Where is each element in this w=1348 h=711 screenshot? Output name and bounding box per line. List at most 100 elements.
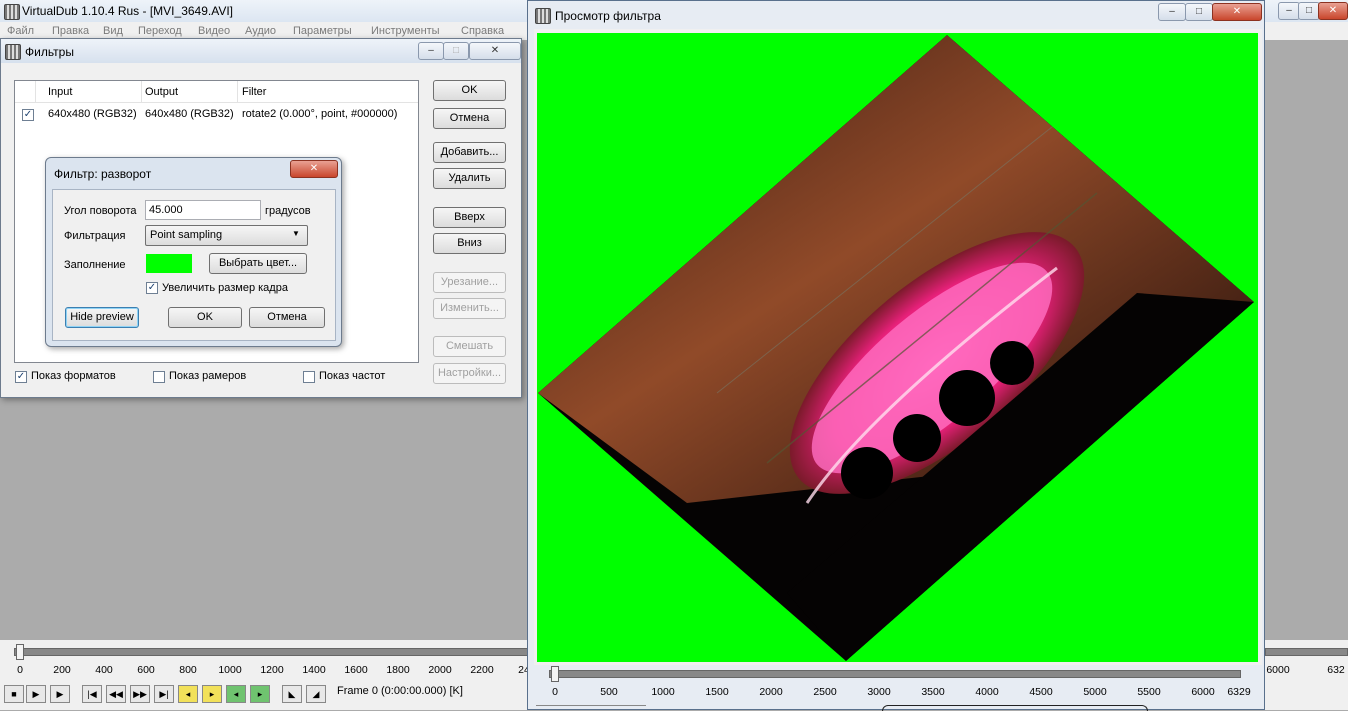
step-back-icon[interactable]: ◀◀	[106, 685, 126, 703]
maximize-icon[interactable]: □	[1298, 2, 1320, 20]
delete-filter-button[interactable]: Удалить	[433, 168, 506, 189]
angle-unit: градусов	[265, 205, 311, 217]
show-rates-label: Показ частот	[319, 370, 386, 382]
scene-back-icon[interactable]: ◂	[226, 685, 246, 703]
rotate-dialog-body: Угол поворота 45.000 градусов Фильтрация…	[52, 189, 336, 341]
menu-video[interactable]: Видео	[198, 25, 230, 37]
main-tick-800: 800	[179, 664, 197, 676]
column-filter[interactable]: Filter	[242, 86, 266, 98]
go-start-icon[interactable]: |◀	[82, 685, 102, 703]
scene-forward-icon[interactable]: ▸	[250, 685, 270, 703]
menu-options[interactable]: Параметры	[293, 25, 352, 37]
preview-tick-500: 500	[600, 686, 618, 698]
filter-row[interactable]: ✓ 640x480 (RGB32) 640x480 (RGB32) rotate…	[15, 105, 418, 123]
preview-status-field	[882, 705, 1148, 711]
preview-timeline-track[interactable]	[549, 670, 1241, 678]
main-tick-1400: 1400	[302, 664, 326, 676]
preview-toolbar-strip	[536, 705, 646, 711]
filters-dialog-titlebar: Фильтры – □ ✕	[1, 39, 521, 63]
preview-tick-1500: 1500	[705, 686, 729, 698]
move-down-button[interactable]: Вниз	[433, 233, 506, 254]
main-tick-1800: 1800	[386, 664, 410, 676]
preview-tick-2000: 2000	[759, 686, 783, 698]
preview-tick-0: 0	[552, 686, 558, 698]
filters-close-icon[interactable]: ✕	[469, 42, 521, 60]
rotate-cancel-button[interactable]: Отмена	[249, 307, 325, 328]
main-tick-600: 600	[137, 664, 155, 676]
preview-tick-6329: 6329	[1227, 686, 1251, 698]
menu-audio[interactable]: Аудио	[245, 25, 276, 37]
show-sizes-checkbox[interactable]	[153, 371, 165, 383]
filters-minimize-icon[interactable]: –	[418, 42, 444, 60]
main-timeline-thumb[interactable]	[16, 644, 24, 660]
stop-icon[interactable]: ■	[4, 685, 24, 703]
expand-frame-checkbox[interactable]: ✓	[146, 282, 158, 294]
preview-canvas	[537, 33, 1258, 662]
main-timeline-track[interactable]	[14, 648, 530, 656]
close-icon[interactable]: ✕	[1318, 2, 1348, 20]
angle-label: Угол поворота	[64, 205, 137, 217]
main-tick-6000: 6000	[1266, 664, 1290, 676]
main-tick-632: 632	[1327, 664, 1345, 676]
preview-tick-5500: 5500	[1137, 686, 1161, 698]
expand-frame-label: Увеличить размер кадра	[162, 282, 288, 294]
move-up-button[interactable]: Вверх	[433, 207, 506, 228]
preview-tick-4000: 4000	[975, 686, 999, 698]
filter-mode-select[interactable]: Point sampling ▼	[145, 225, 308, 246]
preview-window-title: Просмотр фильтра	[555, 9, 661, 23]
rotate-dialog-title: Фильтр: разворот	[54, 167, 152, 181]
preview-maximize-icon[interactable]: □	[1185, 3, 1213, 21]
mark-out-icon[interactable]: ◢	[306, 685, 326, 703]
preview-close-icon[interactable]: ✕	[1212, 3, 1262, 21]
play-input-icon[interactable]: ▶	[26, 685, 46, 703]
prev-key-icon[interactable]: ◂	[178, 685, 198, 703]
filters-dialog-icon	[5, 44, 21, 60]
rotate-close-icon[interactable]: ✕	[290, 160, 338, 178]
add-filter-button[interactable]: Добавить...	[433, 142, 506, 163]
main-tick-400: 400	[95, 664, 113, 676]
preview-window-icon	[535, 8, 551, 24]
pick-color-button[interactable]: Выбрать цвет...	[209, 253, 307, 274]
main-tick-0: 0	[17, 664, 23, 676]
filters-cancel-button[interactable]: Отмена	[433, 108, 506, 129]
column-input[interactable]: Input	[48, 86, 72, 98]
next-key-icon[interactable]: ▸	[202, 685, 222, 703]
menu-view[interactable]: Вид	[103, 25, 123, 37]
preview-tick-6000: 6000	[1191, 686, 1215, 698]
filter-row-input: 640x480 (RGB32)	[48, 108, 137, 120]
go-end-icon[interactable]: ▶|	[154, 685, 174, 703]
rotate-dialog: Фильтр: разворот ✕ Угол поворота 45.000 …	[45, 157, 342, 347]
main-tick-200: 200	[53, 664, 71, 676]
menu-tools[interactable]: Инструменты	[371, 25, 440, 37]
hide-preview-button[interactable]: Hide preview	[65, 307, 139, 328]
preview-timeline-thumb[interactable]	[551, 666, 559, 682]
main-window-title: VirtualDub 1.10.4 Rus - [MVI_3649.AVI]	[22, 4, 234, 18]
menu-go[interactable]: Переход	[138, 25, 182, 37]
preview-tick-5000: 5000	[1083, 686, 1107, 698]
filter-mode-value: Point sampling	[150, 229, 223, 241]
menu-edit[interactable]: Правка	[52, 25, 89, 37]
column-output[interactable]: Output	[145, 86, 178, 98]
show-rates-checkbox[interactable]	[303, 371, 315, 383]
app-icon	[4, 4, 20, 20]
menu-help[interactable]: Справка	[461, 25, 504, 37]
rotate-ok-button[interactable]: OK	[168, 307, 242, 328]
step-forward-icon[interactable]: ▶▶	[130, 685, 150, 703]
filter-row-checkbox[interactable]: ✓	[22, 109, 34, 121]
play-output-icon[interactable]: ▶	[50, 685, 70, 703]
angle-input[interactable]: 45.000	[145, 200, 261, 220]
menu-file[interactable]: Файл	[7, 25, 34, 37]
crop-button: Урезание...	[433, 272, 506, 293]
preview-tick-4500: 4500	[1029, 686, 1053, 698]
fill-color-swatch	[146, 254, 192, 273]
angle-value: 45.000	[149, 204, 183, 216]
main-tick-2000: 2000	[428, 664, 452, 676]
filters-ok-button[interactable]: OK	[433, 80, 506, 101]
show-formats-checkbox[interactable]: ✓	[15, 371, 27, 383]
preview-minimize-icon[interactable]: –	[1158, 3, 1186, 21]
main-timeline-track-right	[1265, 648, 1348, 656]
preview-tick-3000: 3000	[867, 686, 891, 698]
mark-in-icon[interactable]: ◣	[282, 685, 302, 703]
minimize-icon[interactable]: –	[1278, 2, 1300, 20]
filter-list-header: Input Output Filter	[15, 81, 418, 103]
